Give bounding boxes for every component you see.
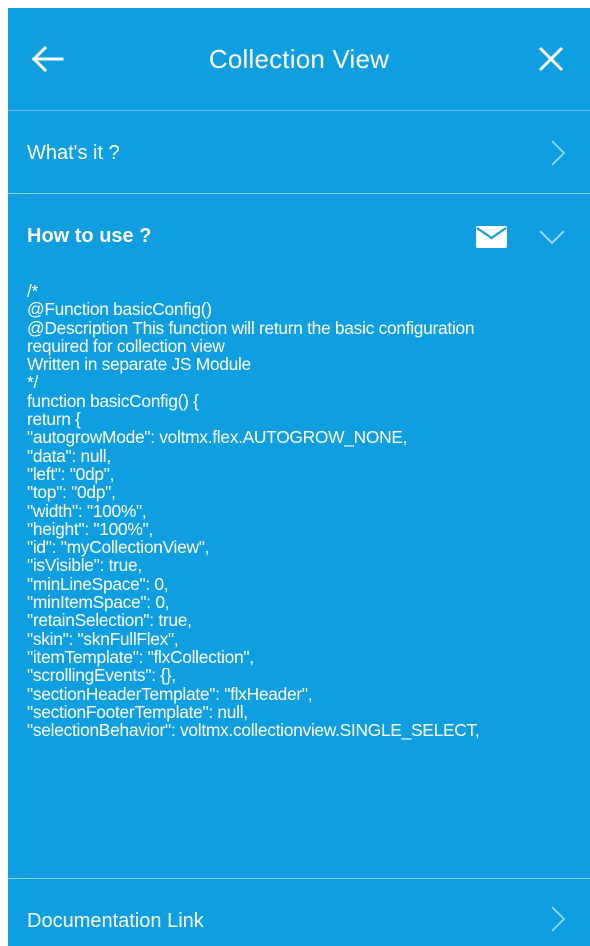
header-bar: Collection View — [8, 8, 590, 110]
code-line: "itemTemplate": "flxCollection", — [27, 646, 254, 667]
code-line: "sectionHeaderTemplate": "flxHeader", — [27, 683, 313, 704]
code-line: return { — [27, 409, 81, 430]
code-line: "height": "100%", — [27, 518, 153, 539]
code-snippet: /* @Function basicConfig() @Description … — [27, 282, 582, 794]
code-line: "minItemSpace": 0, — [27, 592, 170, 613]
documentation-link-row[interactable]: Documentation Link — [8, 878, 590, 946]
code-line: "left": "0dp", — [27, 463, 115, 484]
page-title: Collection View — [208, 44, 390, 74]
code-line: /* — [27, 282, 38, 301]
code-line: "sectionFooterTemplate": null, — [27, 701, 248, 722]
whats-it-label: What's it ? — [27, 142, 120, 164]
code-line: */ — [27, 372, 38, 393]
documentation-link-label: Documentation Link — [27, 910, 204, 932]
code-line: "skin": "sknFullFlex", — [27, 628, 179, 649]
code-line: "data": null, — [27, 445, 111, 466]
code-line: "scrollingEvents": {}, — [27, 665, 176, 686]
code-line: required for collection view — [27, 335, 225, 356]
code-line: "selectionBehavior": voltmx.collectionvi… — [27, 720, 480, 741]
code-line: function basicConfig() { — [27, 390, 199, 411]
code-line: "isVisible": true, — [27, 555, 142, 576]
code-line: "id": "myCollectionView", — [27, 537, 210, 558]
how-to-use-section: How to use ? /* @Function basicConfig() … — [8, 194, 590, 946]
mail-icon[interactable] — [476, 226, 507, 248]
code-line: @Function basicConfig() — [27, 299, 212, 320]
collection-view-screen: Collection View What's it ? How to use ?… — [8, 8, 590, 946]
code-line: "autogrowMode": voltmx.flex.AUTOGROW_NON… — [27, 427, 408, 448]
how-to-use-label[interactable]: How to use ? — [27, 224, 151, 248]
chevron-right-icon — [551, 906, 566, 932]
close-icon[interactable] — [538, 46, 564, 72]
code-line: "minLineSpace": 0, — [27, 573, 169, 594]
code-line: "width": "100%", — [27, 500, 147, 521]
code-line: "retainSelection": true, — [27, 610, 192, 631]
chevron-down-icon[interactable] — [538, 229, 566, 245]
code-line: "top": "0dp", — [27, 482, 116, 503]
chevron-right-icon — [551, 140, 566, 166]
whats-it-row[interactable]: What's it ? — [8, 110, 590, 194]
code-line: @Description This function will return t… — [27, 317, 475, 338]
code-line: Written in separate JS Module — [27, 354, 251, 375]
